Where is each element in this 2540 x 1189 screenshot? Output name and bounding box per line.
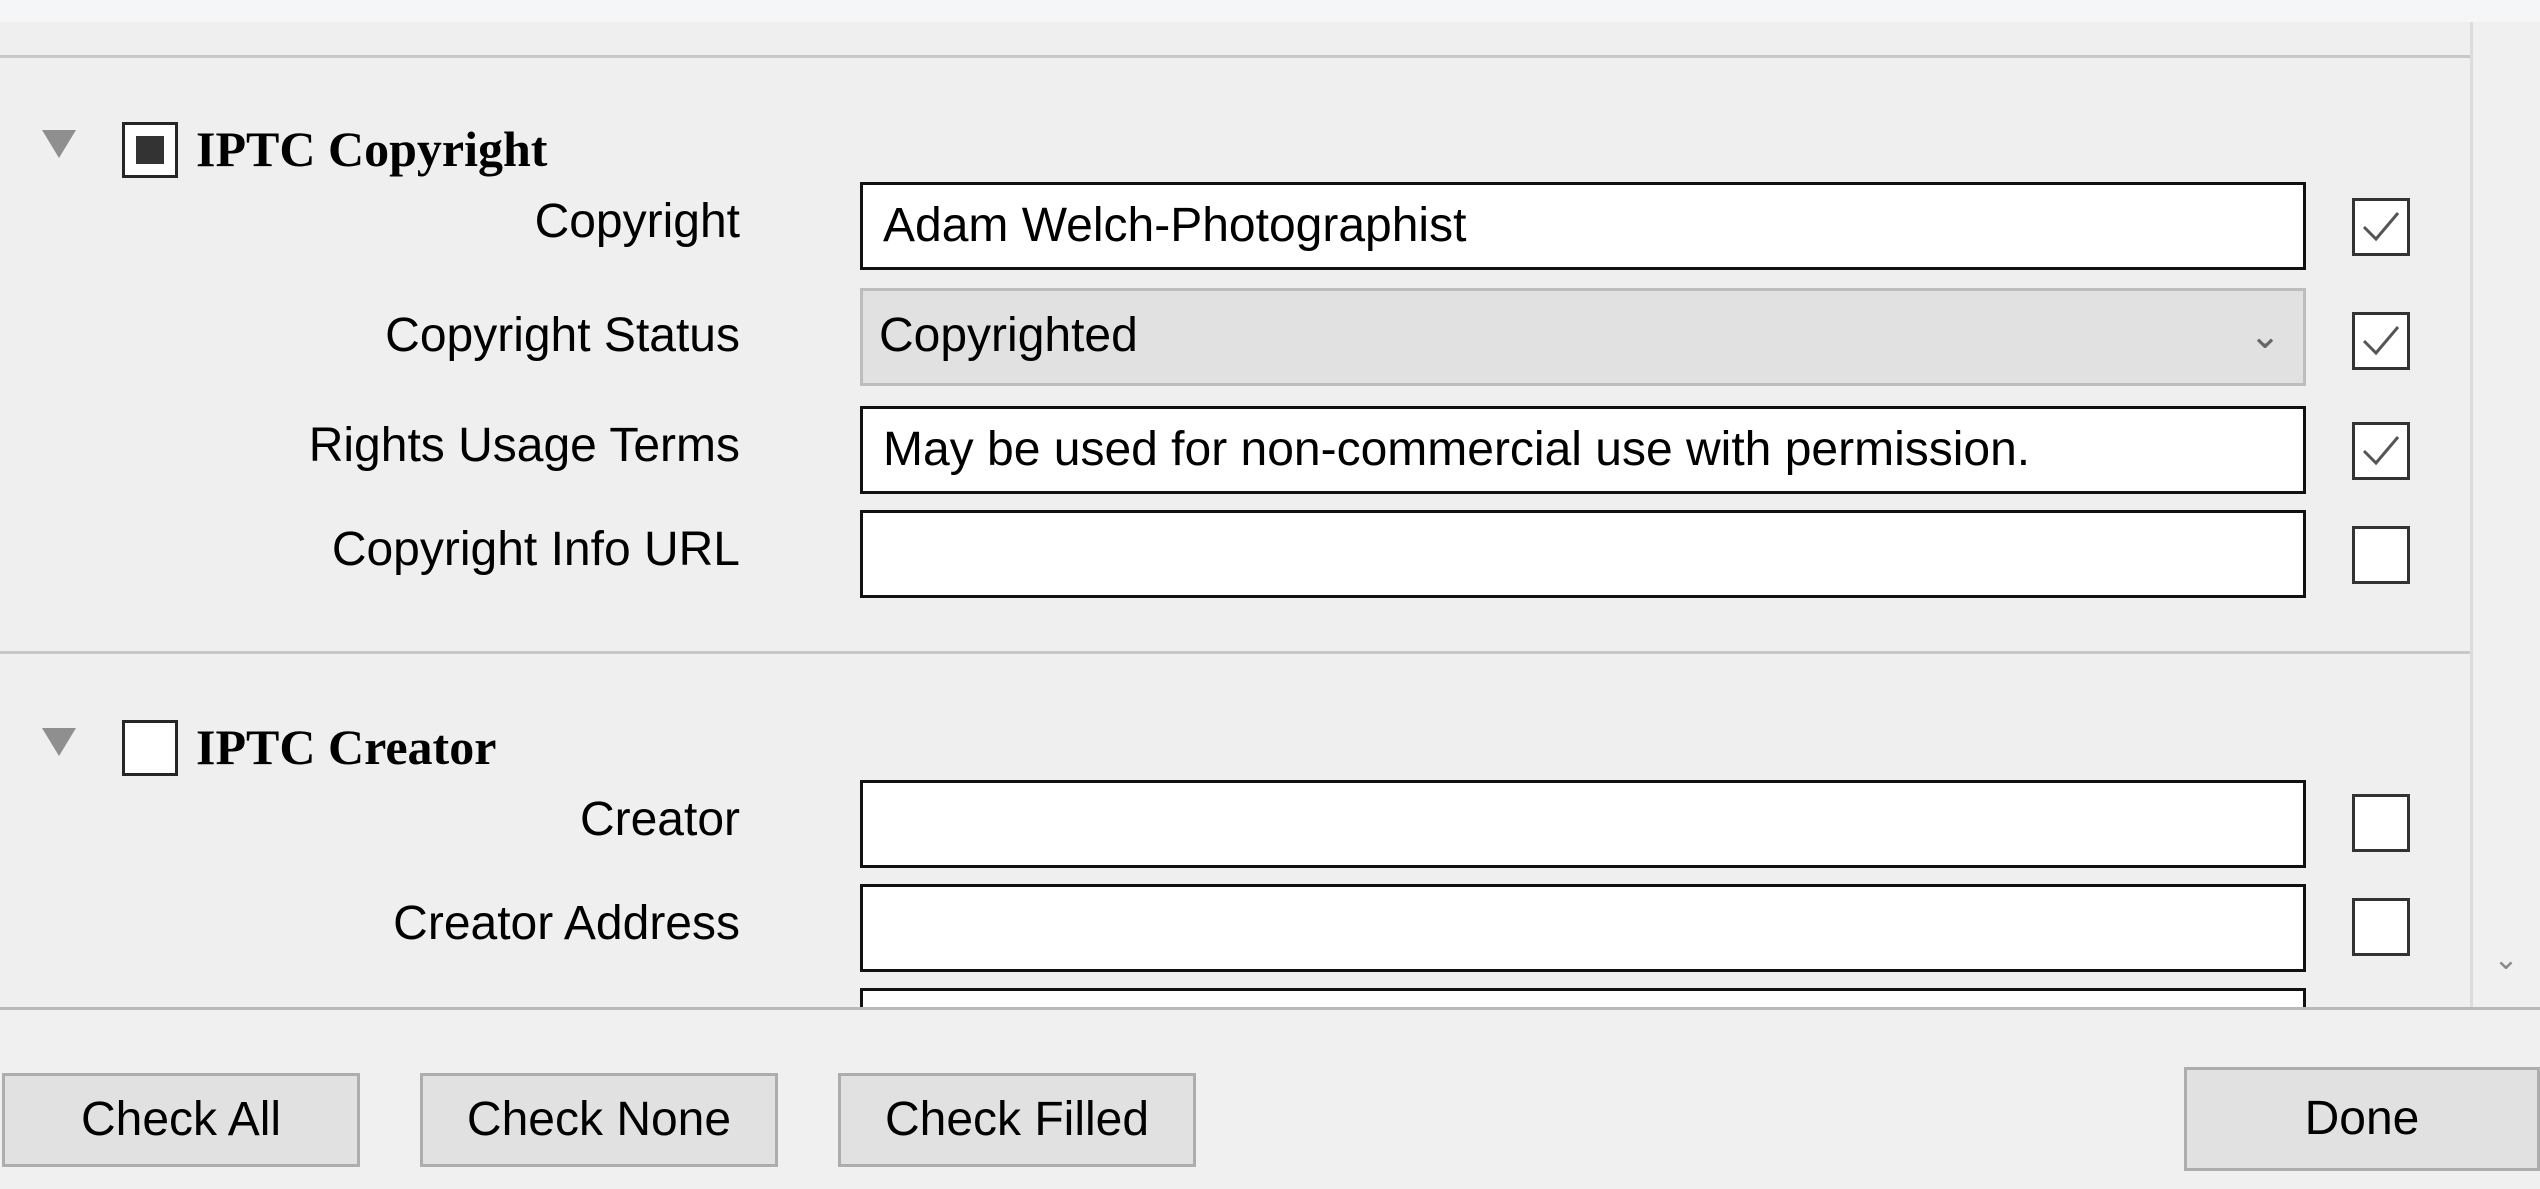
done-button[interactable]: Done bbox=[2184, 1067, 2540, 1171]
panel-border bbox=[2470, 22, 2473, 1007]
section-checkbox-iptc-creator[interactable] bbox=[122, 720, 178, 776]
copyright-status-checkbox[interactable] bbox=[2352, 312, 2410, 370]
partial-check-indicator bbox=[136, 136, 164, 164]
section-title: IPTC Creator bbox=[196, 719, 497, 775]
creator-checkbox[interactable] bbox=[2352, 794, 2410, 852]
chevron-down-icon[interactable]: ⌄ bbox=[2249, 291, 2281, 381]
section-header-iptc-creator[interactable]: IPTC Creator bbox=[0, 678, 1200, 776]
check-none-button[interactable]: Check None bbox=[420, 1073, 778, 1167]
window-top-strip bbox=[0, 0, 2540, 22]
footer-divider bbox=[0, 1007, 2540, 1010]
copyright-status-select[interactable]: Copyrighted ⌄ bbox=[860, 288, 2306, 386]
copyright-checkbox[interactable] bbox=[2352, 198, 2410, 256]
metadata-panel: IPTC Copyright Copyright Adam Welch-Phot… bbox=[0, 22, 2470, 1007]
scrollbar-track[interactable] bbox=[2470, 22, 2540, 1007]
section-checkbox-iptc-copyright[interactable] bbox=[122, 122, 178, 178]
triangle-down-icon[interactable] bbox=[42, 130, 76, 158]
field-label-rights-usage-terms: Rights Usage Terms bbox=[308, 419, 740, 472]
creator-field[interactable] bbox=[860, 780, 2306, 868]
triangle-down-icon[interactable] bbox=[42, 728, 76, 756]
copyright-info-url-field[interactable] bbox=[860, 510, 2306, 598]
copyright-status-value: Copyrighted bbox=[879, 309, 1138, 362]
copyright-info-url-checkbox[interactable] bbox=[2352, 526, 2410, 584]
section-divider bbox=[0, 55, 2470, 58]
field-label-copyright-info-url: Copyright Info URL bbox=[331, 523, 740, 576]
field-label-copyright-status: Copyright Status bbox=[385, 309, 740, 362]
section-title: IPTC Copyright bbox=[196, 121, 548, 177]
check-filled-button[interactable]: Check Filled bbox=[838, 1073, 1196, 1167]
checkmark-icon bbox=[2362, 326, 2400, 356]
creator-address-field[interactable] bbox=[860, 884, 2306, 972]
checkmark-icon bbox=[2362, 436, 2400, 466]
creator-address-checkbox[interactable] bbox=[2352, 898, 2410, 956]
rights-usage-terms-field[interactable]: May be used for non-commercial use with … bbox=[860, 406, 2306, 494]
copyright-field[interactable]: Adam Welch-Photographist bbox=[860, 182, 2306, 270]
field-label-creator: Creator bbox=[579, 793, 740, 846]
checkmark-icon bbox=[2362, 212, 2400, 242]
check-all-button[interactable]: Check All bbox=[2, 1073, 360, 1167]
field-label-creator-address: Creator Address bbox=[393, 897, 740, 950]
section-header-iptc-copyright[interactable]: IPTC Copyright bbox=[0, 82, 1200, 178]
section-divider bbox=[0, 651, 2470, 654]
next-field-partial[interactable] bbox=[860, 988, 2306, 1007]
chevron-down-icon[interactable]: ⌄ bbox=[2490, 940, 2522, 980]
rights-usage-terms-checkbox[interactable] bbox=[2352, 422, 2410, 480]
field-label-copyright: Copyright bbox=[534, 195, 740, 248]
